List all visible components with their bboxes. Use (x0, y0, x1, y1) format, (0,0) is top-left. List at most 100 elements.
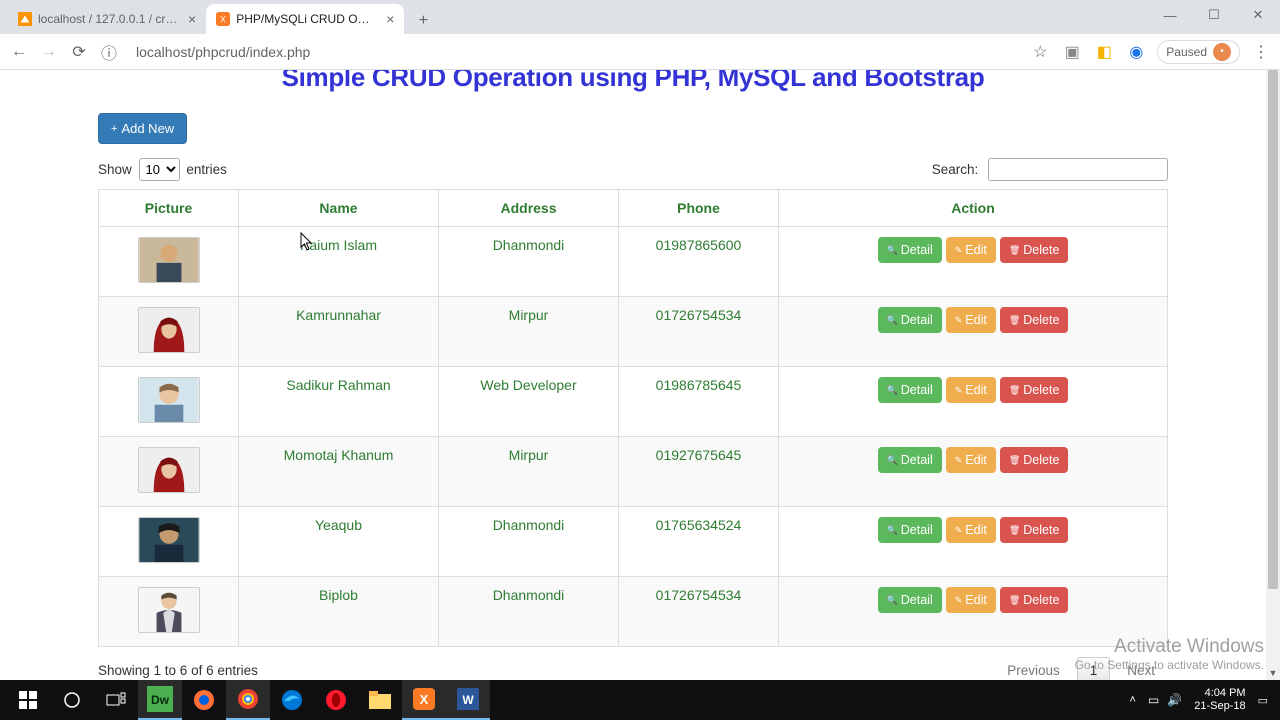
edit-button[interactable]: ✎Edit (946, 237, 996, 263)
pencil-icon: ✎ (955, 245, 963, 256)
page-current[interactable]: 1 (1077, 657, 1111, 680)
page-viewport: Simple CRUD Operation using PHP, MySQL a… (0, 70, 1266, 680)
pencil-icon: ✎ (955, 315, 963, 326)
clock-date: 21-Sep-18 (1194, 700, 1245, 713)
detail-button[interactable]: 🔍Detail (878, 237, 942, 263)
new-tab-button[interactable]: + (410, 8, 436, 34)
trash-icon: 🗑 (1009, 595, 1020, 606)
xampp-icon[interactable]: X (402, 680, 446, 720)
tray-icons: ▭ 🔊 (1148, 693, 1182, 707)
delete-button[interactable]: 🗑Delete (1000, 307, 1069, 333)
phpmyadmin-favicon-icon (18, 12, 32, 26)
detail-button[interactable]: 🔍Detail (878, 517, 942, 543)
forward-button[interactable]: → (38, 41, 60, 63)
edge-icon[interactable] (270, 680, 314, 720)
edit-button[interactable]: ✎Edit (946, 447, 996, 473)
search-icon: 🔍 (887, 245, 898, 256)
delete-button[interactable]: 🗑Delete (1000, 237, 1069, 263)
opera-icon[interactable] (314, 680, 358, 720)
close-button[interactable]: ✕ (1236, 0, 1280, 30)
paused-label: Paused (1166, 45, 1207, 59)
close-icon[interactable]: × (188, 11, 196, 27)
scroll-thumb[interactable] (1268, 70, 1278, 589)
tab-crud-page[interactable]: X PHP/MySQLi CRUD Operation us × (206, 4, 404, 34)
table-info: Showing 1 to 6 of 6 entries (98, 663, 258, 678)
detail-button[interactable]: 🔍Detail (878, 587, 942, 613)
cell-name: Momotaj Khanum (239, 437, 439, 507)
table-row: Sadikur RahmanWeb Developer01986785645🔍D… (99, 367, 1168, 437)
trash-icon: 🗑 (1009, 525, 1020, 536)
network-icon[interactable]: ▭ (1148, 693, 1159, 707)
page-prev[interactable]: Previous (994, 657, 1073, 680)
taskbar: Dw X W ˄ ▭ 🔊 4:04 PM 21-Sep-18 ▭ (0, 680, 1280, 720)
extension-icon[interactable]: ◧ (1093, 41, 1115, 63)
delete-button[interactable]: 🗑Delete (1000, 377, 1069, 403)
menu-button[interactable]: ⋮ (1250, 41, 1272, 63)
minimize-button[interactable]: — (1148, 0, 1192, 30)
cell-picture (99, 367, 239, 437)
edit-button[interactable]: ✎Edit (946, 517, 996, 543)
firefox-icon[interactable] (182, 680, 226, 720)
pencil-icon: ✎ (955, 455, 963, 466)
tray-chevron-icon[interactable]: ˄ (1129, 694, 1135, 706)
cell-action: 🔍Detail✎Edit🗑Delete (779, 367, 1168, 437)
add-new-button[interactable]: + Add New (98, 113, 187, 144)
volume-icon[interactable]: 🔊 (1167, 693, 1182, 707)
delete-button[interactable]: 🗑Delete (1000, 587, 1069, 613)
site-info-icon[interactable]: ⓘ (98, 41, 120, 63)
back-button[interactable]: ← (8, 41, 30, 63)
table-row: Momotaj KhanumMirpur01927675645 🔍Detail✎E… (99, 437, 1168, 507)
delete-button[interactable]: 🗑Delete (1000, 447, 1069, 473)
tab-title: localhost / 127.0.0.1 / crudphp (38, 12, 178, 26)
url-field[interactable]: localhost/phpcrud/index.php (128, 44, 1021, 60)
taskview-icon[interactable] (94, 680, 138, 720)
camera-icon[interactable]: ▣ (1061, 41, 1083, 63)
add-new-label: Add New (121, 121, 174, 136)
cell-picture (99, 227, 239, 297)
col-action[interactable]: Action (779, 190, 1168, 227)
start-button[interactable] (6, 680, 50, 720)
cell-name: Yeaqub (239, 507, 439, 577)
delete-button[interactable]: 🗑Delete (1000, 517, 1069, 543)
edit-button[interactable]: ✎Edit (946, 307, 996, 333)
close-icon[interactable]: × (386, 11, 394, 27)
cell-address: Mirpur (439, 437, 619, 507)
tab-bar: localhost / 127.0.0.1 / crudphp × X PHP/… (0, 0, 1280, 34)
word-icon[interactable]: W (446, 680, 490, 720)
detail-button[interactable]: 🔍Detail (878, 447, 942, 473)
pagination: Previous 1 Next (994, 657, 1168, 680)
maximize-button[interactable]: ☐ (1192, 0, 1236, 30)
col-name[interactable]: Name (239, 190, 439, 227)
scroll-down-icon[interactable]: ▼ (1266, 666, 1280, 680)
cell-name: Biplob (239, 577, 439, 647)
clock[interactable]: 4:04 PM 21-Sep-18 (1194, 687, 1245, 712)
detail-button[interactable]: 🔍Detail (878, 377, 942, 403)
user-photo (138, 447, 200, 493)
detail-button[interactable]: 🔍Detail (878, 307, 942, 333)
col-address[interactable]: Address (439, 190, 619, 227)
cortana-icon[interactable] (50, 680, 94, 720)
edit-button[interactable]: ✎Edit (946, 377, 996, 403)
window-controls: — ☐ ✕ (1148, 0, 1280, 30)
extension-icon[interactable]: ◉ (1125, 41, 1147, 63)
cell-phone: 01986785645 (619, 367, 779, 437)
reload-button[interactable]: ⟳ (68, 41, 90, 63)
profile-paused[interactable]: Paused • (1157, 40, 1240, 64)
col-picture[interactable]: Picture (99, 190, 239, 227)
file-explorer-icon[interactable] (358, 680, 402, 720)
notifications-icon[interactable]: ▭ (1258, 694, 1268, 707)
vertical-scrollbar[interactable]: ▲ ▼ (1266, 70, 1280, 680)
search-input[interactable] (988, 158, 1168, 181)
cell-phone: 01927675645 (619, 437, 779, 507)
col-phone[interactable]: Phone (619, 190, 779, 227)
cell-phone: 01726754534 (619, 577, 779, 647)
user-photo (138, 377, 200, 423)
chrome-icon[interactable] (226, 680, 270, 720)
length-select[interactable]: 10 (139, 158, 180, 181)
star-icon[interactable]: ☆ (1029, 41, 1051, 63)
edit-button[interactable]: ✎Edit (946, 587, 996, 613)
tab-phpmyadmin[interactable]: localhost / 127.0.0.1 / crudphp × (8, 4, 206, 34)
page-next[interactable]: Next (1114, 657, 1168, 680)
dreamweaver-icon[interactable]: Dw (138, 680, 182, 720)
svg-text:X: X (420, 692, 429, 707)
